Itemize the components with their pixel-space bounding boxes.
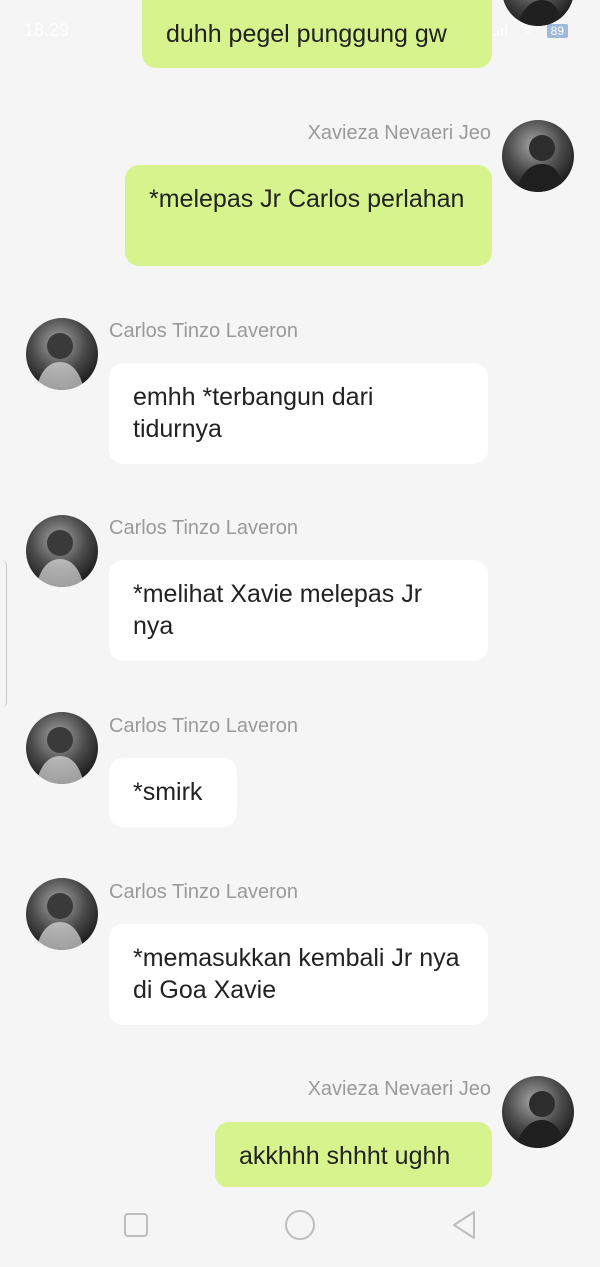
- recent-apps-button[interactable]: [118, 1209, 154, 1245]
- sender-name: Carlos Tinzo Laveron: [109, 517, 298, 539]
- avatar[interactable]: [26, 878, 98, 950]
- back-button[interactable]: [446, 1209, 482, 1245]
- avatar[interactable]: [26, 515, 98, 587]
- message-bubble: *smirk: [109, 758, 237, 827]
- message-text: *smirk: [133, 778, 203, 806]
- avatar[interactable]: [502, 0, 574, 26]
- battery-icon: 89: [546, 23, 568, 38]
- avatar[interactable]: [26, 712, 98, 784]
- message-bubble: akkhhh shhht ughh: [215, 1122, 492, 1188]
- sender-name: Xavieza Nevaeri Jeo: [307, 1078, 491, 1100]
- sender-name: Carlos Tinzo Laveron: [109, 320, 298, 342]
- message-text: *melepas Jr Carlos perlahan: [149, 185, 465, 213]
- message-text: emhh *terbangun dari tidurnya: [133, 383, 374, 443]
- sender-name: Carlos Tinzo Laveron: [109, 715, 298, 737]
- circle-icon: [284, 1209, 316, 1246]
- message-text: akkhhh shhht ughh: [239, 1142, 451, 1170]
- message-bubble: *melepas Jr Carlos perlahan: [125, 165, 492, 266]
- message-bubble: *memasukkan kembali Jr nya di Goa Xavie: [109, 924, 488, 1025]
- home-button[interactable]: [282, 1209, 318, 1245]
- message-bubble: duhh pegel punggung gw: [142, 0, 492, 68]
- message-text: *memasukkan kembali Jr nya di Goa Xavie: [133, 944, 460, 1004]
- scroll-handle[interactable]: [0, 560, 7, 708]
- triangle-back-icon: [451, 1210, 477, 1245]
- sender-name: Carlos Tinzo Laveron: [109, 881, 298, 903]
- message-text: duhh pegel punggung gw: [166, 20, 447, 48]
- message-bubble: emhh *terbangun dari tidurnya: [109, 363, 488, 464]
- avatar[interactable]: [502, 1076, 574, 1148]
- message-bubble: *melihat Xavie melepas Jr nya: [109, 560, 488, 661]
- sender-name: Xavieza Nevaeri Jeo: [307, 122, 491, 144]
- avatar[interactable]: [26, 318, 98, 390]
- avatar[interactable]: [502, 120, 574, 192]
- status-time: 18.29: [24, 20, 70, 40]
- message-text: *melihat Xavie melepas Jr nya: [133, 580, 423, 640]
- navigation-bar: [0, 1187, 600, 1267]
- square-icon: [123, 1212, 149, 1243]
- signal-icon: [491, 20, 509, 41]
